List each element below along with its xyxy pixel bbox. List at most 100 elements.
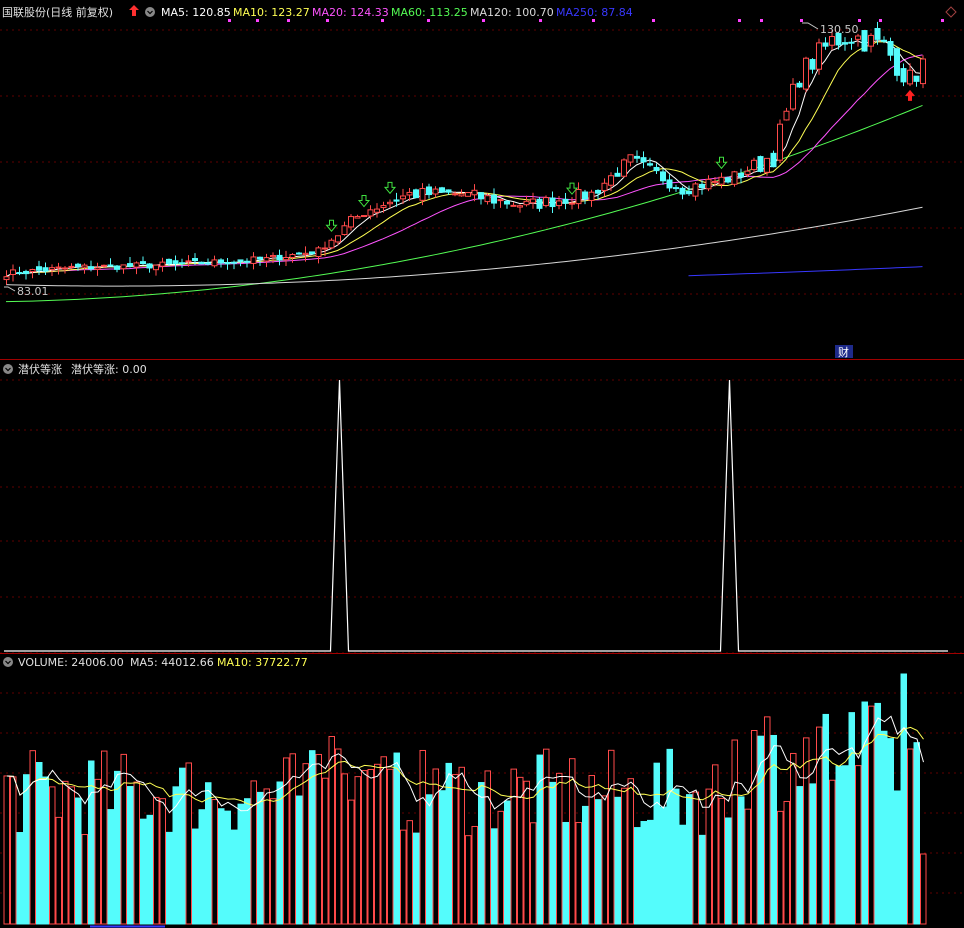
- candle-body: [127, 263, 133, 267]
- volume-bar: [270, 798, 277, 925]
- volume-bar: [770, 734, 777, 925]
- volume-bar: [328, 736, 335, 925]
- candle-body: [146, 263, 153, 269]
- volume-bar: [549, 781, 556, 925]
- volume-bar: [101, 750, 108, 925]
- volume-bar: [679, 824, 686, 925]
- candle-body: [777, 123, 783, 161]
- volume-bar: [29, 750, 36, 925]
- candle-body: [231, 261, 237, 264]
- volume-bar: [497, 810, 504, 925]
- price-pane[interactable]: [3, 19, 944, 303]
- volume-bar: [23, 774, 30, 925]
- candle-body: [920, 58, 926, 85]
- volume-bar: [419, 749, 426, 925]
- candle-body: [913, 75, 920, 82]
- volume-bar: [10, 776, 17, 925]
- volume-bar: [341, 773, 348, 925]
- ma250-line: [688, 266, 923, 277]
- candle-body: [595, 189, 601, 194]
- candle-body: [491, 194, 497, 204]
- volume-bar: [81, 834, 88, 925]
- candle-body: [439, 187, 445, 193]
- candle-body: [458, 193, 465, 197]
- candle-body: [588, 191, 595, 201]
- svg-text:财: 财: [838, 345, 849, 359]
- candle-body: [660, 171, 666, 182]
- candle-body: [322, 247, 328, 250]
- volume-bar: [835, 765, 842, 925]
- candle-body: [530, 198, 536, 204]
- candle-body: [575, 189, 582, 205]
- candle-body: [569, 202, 575, 205]
- signal-marker: [539, 19, 542, 22]
- candle-body: [348, 216, 354, 228]
- volume-bar: [673, 788, 680, 925]
- candle-body: [328, 239, 335, 249]
- indicator-pane[interactable]: [4, 379, 948, 652]
- candle-body: [335, 235, 341, 243]
- volume-bar: [692, 791, 699, 925]
- volume-bar: [374, 763, 381, 925]
- volume-bar: [881, 730, 888, 925]
- volume-bar: [705, 788, 712, 925]
- candle-body: [23, 270, 29, 275]
- ma250-label: MA250: 87.84: [556, 6, 633, 19]
- candle-body: [140, 261, 146, 264]
- settings-chevron-icon[interactable]: [145, 7, 155, 17]
- volume-bar: [816, 726, 823, 925]
- candle-body: [478, 192, 484, 200]
- volume-bar: [491, 828, 498, 925]
- high-price-label: 130.50: [820, 23, 859, 36]
- volume-bar: [712, 764, 719, 925]
- volume-bar: [153, 796, 160, 925]
- candle-body: [283, 257, 289, 261]
- volume-pane[interactable]: [3, 673, 927, 928]
- candle-body: [790, 83, 796, 110]
- candle-body: [731, 171, 738, 185]
- candle-body: [198, 261, 205, 265]
- candle-body: [887, 41, 894, 56]
- candle-body: [517, 205, 523, 208]
- finance-badge[interactable]: 财: [835, 345, 853, 359]
- volume-bar: [426, 794, 433, 925]
- volume-bar: [16, 832, 23, 925]
- volume-bar: [3, 775, 10, 925]
- candle-body: [55, 266, 62, 269]
- volume-bar: [413, 832, 420, 925]
- candle-body: [640, 157, 647, 163]
- candle-body: [523, 200, 530, 206]
- volume-bar: [887, 738, 894, 925]
- volume-bar: [140, 818, 147, 925]
- candle-body: [406, 191, 413, 196]
- volume-bar: [146, 814, 153, 925]
- volume-bar: [855, 765, 862, 925]
- candle-body: [673, 187, 679, 190]
- candle-body: [192, 258, 198, 262]
- volume-bar: [231, 829, 238, 925]
- signal-marker: [427, 19, 430, 22]
- volume-bar: [296, 795, 303, 925]
- candle-body: [692, 183, 699, 197]
- candle-body: [881, 39, 887, 42]
- candle-body: [387, 201, 393, 205]
- volume-bar: [224, 810, 231, 925]
- volume-settings-icon[interactable]: [3, 657, 13, 667]
- candle-body: [770, 152, 777, 168]
- pane-toggle-diamond-icon[interactable]: [945, 6, 957, 18]
- signal-marker: [738, 19, 741, 22]
- candle-body: [224, 262, 231, 265]
- volume-bar: [471, 825, 478, 925]
- volume-bar: [192, 828, 199, 925]
- volume-bar: [257, 791, 264, 925]
- volume-bar: [608, 749, 615, 925]
- volume-bar: [842, 765, 849, 925]
- volume-bar: [62, 780, 69, 925]
- indicator-settings-icon[interactable]: [3, 364, 13, 374]
- signal-marker: [592, 19, 595, 22]
- volume-bar: [900, 673, 907, 925]
- signal-marker: [287, 19, 290, 22]
- volume-bar: [237, 803, 244, 925]
- volume-bar: [315, 753, 322, 925]
- stock-chart[interactable]: 国联股份(日线 前复权) MA5: 120.85 MA10: 123.27 MA…: [0, 0, 964, 928]
